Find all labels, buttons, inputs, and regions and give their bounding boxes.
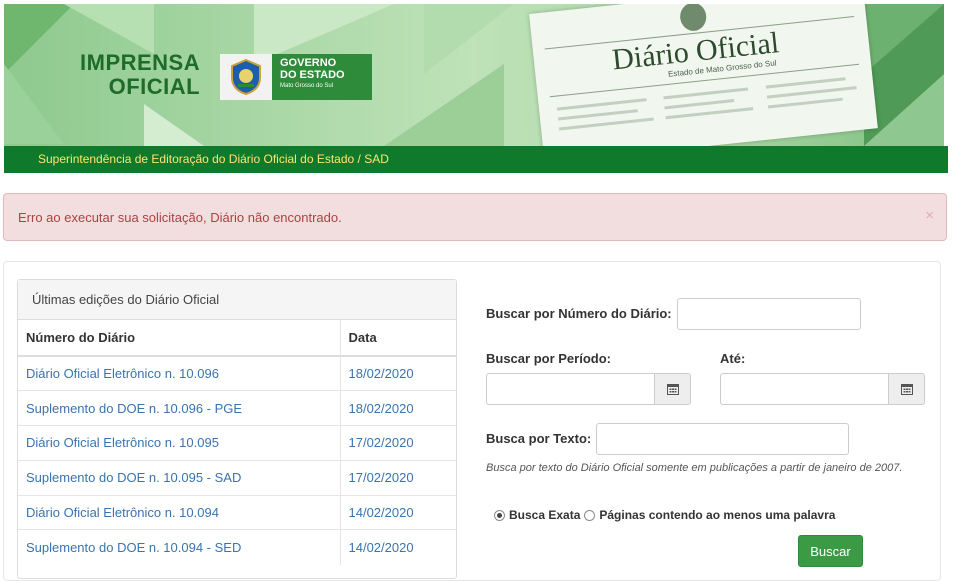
date-to-input[interactable] xyxy=(720,373,888,405)
paper-text-line xyxy=(664,99,735,110)
date-from-group xyxy=(486,373,691,405)
search-mode-options: Busca Exata Páginas contendo ao menos um… xyxy=(494,508,835,522)
ate-label: Até: xyxy=(720,351,746,366)
banner-shape xyxy=(144,104,204,146)
table-row: Diário Oficial Eletrônico n. 10.094 14/0… xyxy=(18,494,456,530)
banner-shape xyxy=(384,64,504,146)
paper-seal-icon xyxy=(678,4,708,33)
paper-text-line xyxy=(766,86,857,99)
radio-exact[interactable] xyxy=(494,509,505,521)
latest-editions-panel: Últimas edições do Diário Oficial Número… xyxy=(17,279,457,579)
table-row: Suplemento do DOE n. 10.096 - PGE 18/02/… xyxy=(18,390,456,426)
close-icon[interactable]: × xyxy=(925,207,934,224)
edition-link[interactable]: Suplemento do DOE n. 10.095 - SAD xyxy=(26,470,241,485)
edition-link[interactable]: Diário Oficial Eletrônico n. 10.094 xyxy=(26,505,219,520)
column-header-number: Número do Diário xyxy=(18,320,341,357)
edition-date: 18/02/2020 xyxy=(340,390,456,426)
table-header-row: Número do Diário Data xyxy=(18,320,456,357)
table-row: Diário Oficial Eletrônico n. 10.096 18/0… xyxy=(18,355,456,391)
error-alert: Erro ao executar sua solicitação, Diário… xyxy=(3,193,947,241)
table-row: Suplemento do DOE n. 10.094 - SED 14/02/… xyxy=(18,529,456,565)
editions-table: Número do Diário Data Diário Oficial Ele… xyxy=(18,320,456,565)
edition-link[interactable]: Diário Oficial Eletrônico n. 10.095 xyxy=(26,435,219,450)
governo-text: GOVERNO DO ESTADO Mato Grosso do Sul xyxy=(272,54,372,100)
numero-label: Buscar por Número do Diário: xyxy=(486,306,672,321)
state-seal-icon xyxy=(220,54,272,100)
edition-cell: Diário Oficial Eletrônico n. 10.095 xyxy=(18,425,341,461)
gov-line1: GOVERNO xyxy=(280,57,337,69)
panel-title: Últimas edições do Diário Oficial xyxy=(18,280,456,320)
paper-text-line xyxy=(663,87,749,100)
brand-line2: OFICIAL xyxy=(108,74,201,99)
paper-text-line xyxy=(765,77,846,89)
calendar-icon[interactable] xyxy=(888,373,925,405)
subheader-text: Superintendência de Editoração do Diário… xyxy=(38,152,389,166)
newspaper-illustration: Diário Oficial Estado de Mato Grosso do … xyxy=(529,4,878,146)
paper-text-line xyxy=(559,117,654,131)
texto-label: Busca por Texto: xyxy=(486,431,592,446)
gov-line2: DO ESTADO xyxy=(280,68,345,81)
radio-any-word[interactable] xyxy=(584,509,596,521)
edition-date: 14/02/2020 xyxy=(340,529,456,565)
edition-cell: Suplemento do DOE n. 10.096 - PGE xyxy=(18,390,341,426)
edition-cell: Suplemento do DOE n. 10.094 - SED xyxy=(18,529,341,565)
texto-input[interactable] xyxy=(596,423,849,455)
calendar-icon[interactable] xyxy=(654,373,691,405)
table-row: Suplemento do DOE n. 10.095 - SAD 17/02/… xyxy=(18,459,456,496)
edition-date: 14/02/2020 xyxy=(340,494,456,530)
edition-link[interactable]: Suplemento do DOE n. 10.094 - SED xyxy=(26,540,241,555)
date-to-group xyxy=(720,373,925,405)
header-banner: IMPRENSA OFICIAL GOVERNO DO ESTADO Mato … xyxy=(4,4,944,146)
error-message: Erro ao executar sua solicitação, Diário… xyxy=(18,210,342,225)
edition-date: 17/02/2020 xyxy=(340,425,456,461)
imprensa-oficial-logo: IMPRENSA OFICIAL xyxy=(80,52,200,98)
edition-link[interactable]: Suplemento do DOE n. 10.096 - PGE xyxy=(26,401,242,416)
paper-text-line xyxy=(767,97,843,109)
banner-shape xyxy=(864,4,944,74)
edition-date: 18/02/2020 xyxy=(340,355,456,391)
edition-link[interactable]: Diário Oficial Eletrônico n. 10.096 xyxy=(26,366,219,381)
search-button[interactable]: Buscar xyxy=(798,535,863,567)
edition-cell: Diário Oficial Eletrônico n. 10.094 xyxy=(18,494,341,530)
numero-input[interactable] xyxy=(677,298,861,330)
search-hint: Busca por texto do Diário Oficial soment… xyxy=(486,462,903,474)
radio-exact-label[interactable]: Busca Exata xyxy=(509,508,580,522)
radio-any-word-label[interactable]: Páginas contendo ao menos uma palavra xyxy=(599,508,835,522)
banner-shape xyxy=(64,4,154,54)
banner-shape xyxy=(424,4,514,74)
edition-cell: Diário Oficial Eletrônico n. 10.096 xyxy=(18,355,341,391)
governo-badge: GOVERNO DO ESTADO Mato Grosso do Sul xyxy=(220,54,372,100)
periodo-label: Buscar por Período: xyxy=(486,351,611,366)
paper-text-line xyxy=(665,107,754,120)
paper-text-line xyxy=(557,109,638,121)
column-header-date: Data xyxy=(340,320,456,357)
table-row: Diário Oficial Eletrônico n. 10.095 17/0… xyxy=(18,425,456,461)
subheader-bar: Superintendência de Editoração do Diário… xyxy=(4,146,948,173)
gov-line3: Mato Grosso do Sul xyxy=(280,83,334,90)
edition-cell: Suplemento do DOE n. 10.095 - SAD xyxy=(18,459,341,496)
banner-shape xyxy=(4,64,64,144)
edition-date: 17/02/2020 xyxy=(340,459,456,496)
brand-line1: IMPRENSA xyxy=(80,50,201,75)
date-from-input[interactable] xyxy=(486,373,654,405)
